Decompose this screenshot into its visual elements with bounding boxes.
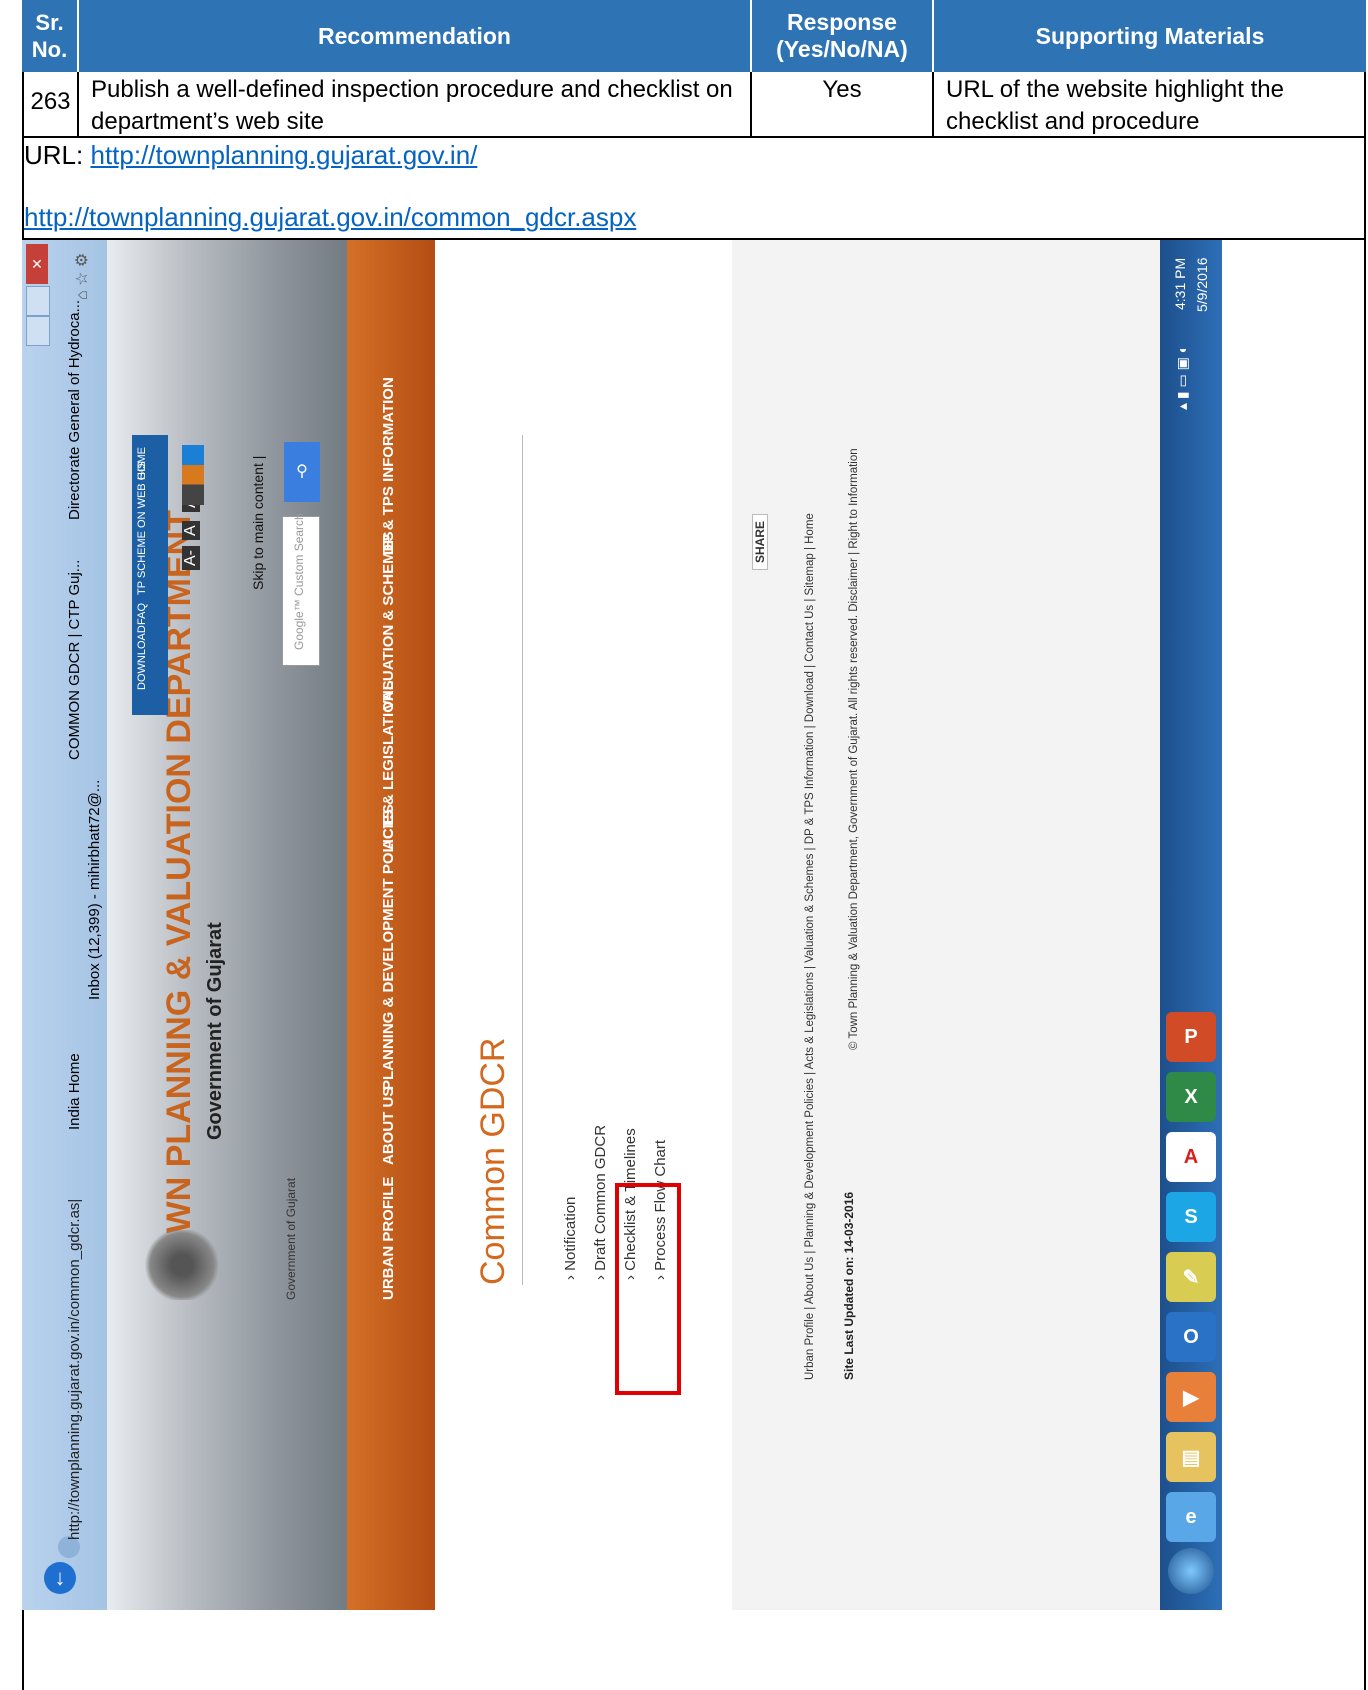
website-screenshot: ↓ ✕ ⌂ ☆ ⚙ http://townplanning.gujarat.go… xyxy=(22,240,1222,1610)
browser-toolbar-icons[interactable]: ⌂ ☆ ⚙ xyxy=(72,253,92,300)
search-button[interactable]: ⚲ xyxy=(284,442,320,502)
taskbar-powerpoint-icon[interactable]: P xyxy=(1166,1012,1216,1062)
link-draft-common-gdcr[interactable]: › Draft Common GDCR xyxy=(592,1125,609,1280)
cell-supporting: URL of the website highlight the checkli… xyxy=(934,72,1366,138)
site-last-updated: Site Last Updated on: 14-03-2016 xyxy=(842,1191,856,1380)
url-link-home[interactable]: http://townplanning.gujarat.gov.in/ xyxy=(90,140,477,170)
link-draft-label: Draft Common GDCR xyxy=(592,1124,609,1271)
tray-icons[interactable]: ▴ ▮ ▭ ▣ ◐ xyxy=(1174,345,1191,410)
back-button[interactable]: ↓ xyxy=(44,1562,76,1594)
browser-tab-common-gdcr[interactable]: COMMON GDCR | CTP Guj... xyxy=(66,560,83,760)
taskbar-excel-icon[interactable]: X xyxy=(1166,1072,1216,1122)
link-notification[interactable]: › Notification xyxy=(562,1197,579,1280)
url-label: URL: xyxy=(24,140,84,170)
browser-tab-hydrocarbons[interactable]: Directorate General of Hydroca... xyxy=(66,300,83,520)
taskbar-skype-icon[interactable]: S xyxy=(1166,1192,1216,1242)
menu-about-us[interactable]: ABOUT US xyxy=(380,1087,397,1165)
taskbar-pdf-icon[interactable]: A xyxy=(1166,1132,1216,1182)
footer-links[interactable]: Urban Profile | About Us | Planning & De… xyxy=(804,513,816,1380)
taskbar-explorer-icon[interactable]: ▤ xyxy=(1166,1432,1216,1482)
table-right-border xyxy=(1364,138,1366,1690)
heading-divider xyxy=(522,435,523,1285)
clock-date[interactable]: 5/9/2016 xyxy=(1194,258,1210,313)
clock-time[interactable]: 4:31 PM xyxy=(1172,258,1188,310)
window-close-icon[interactable]: ✕ xyxy=(26,244,48,284)
site-footer xyxy=(732,240,1182,1610)
header-response: Response (Yes/No/NA) xyxy=(752,0,934,72)
url-line-2: http://townplanning.gujarat.gov.in/commo… xyxy=(24,202,636,233)
address-bar[interactable]: http://townplanning.gujarat.gov.in/commo… xyxy=(66,1199,83,1540)
browser-tab-inbox[interactable]: Inbox (12,399) - mihirbhatt72@... xyxy=(86,780,103,1000)
taskbar-outlook-icon[interactable]: O xyxy=(1166,1312,1216,1362)
taskbar-media-icon[interactable]: ▶ xyxy=(1166,1372,1216,1422)
skip-link[interactable]: Skip to main content | xyxy=(250,456,266,590)
window-maximize-icon[interactable] xyxy=(26,286,50,316)
top-link-home[interactable]: HOME xyxy=(136,447,148,480)
top-link-faq[interactable]: FAQ xyxy=(136,603,148,625)
link-notification-label: Notification xyxy=(562,1196,579,1271)
font-size-decrease[interactable]: A- xyxy=(182,546,200,570)
url-line-1: URL: http://townplanning.gujarat.gov.in/ xyxy=(24,140,477,171)
cell-recommendation: Publish a well-defined inspection proced… xyxy=(79,72,752,138)
menu-urban-profile[interactable]: URBAN PROFILE xyxy=(380,1177,397,1300)
cell-sr-no: 263 xyxy=(22,72,79,138)
cell-response: Yes xyxy=(752,72,934,138)
footer-copyright: © Town Planning & Valuation Department, … xyxy=(848,448,860,1050)
header-recommendation: Recommendation xyxy=(79,0,752,72)
taskbar-notes-icon[interactable]: ✎ xyxy=(1166,1252,1216,1302)
page-heading: Common GDCR xyxy=(474,1037,512,1285)
share-button[interactable]: SHARE xyxy=(752,513,768,570)
start-button-icon[interactable] xyxy=(1168,1548,1214,1594)
taskbar-ie-icon[interactable]: e xyxy=(1166,1492,1216,1542)
header-supporting-materials: Supporting Materials xyxy=(934,0,1366,72)
browser-tab-india-home[interactable]: India Home xyxy=(66,1053,83,1130)
top-link-tp-scheme[interactable]: TP SCHEME ON WEB GIS xyxy=(136,461,148,595)
menu-valuation-schemes[interactable]: VALUATION & SCHEMES xyxy=(380,531,397,710)
state-emblem-icon xyxy=(142,1230,222,1300)
search-placeholder: Google™ Custom Search xyxy=(292,513,306,650)
highlight-box xyxy=(615,1183,681,1395)
font-size-normal[interactable]: A xyxy=(182,521,200,540)
window-minimize-icon[interactable] xyxy=(26,316,50,346)
color-theme-swatches[interactable] xyxy=(182,445,204,505)
url-link-common-gdcr[interactable]: http://townplanning.gujarat.gov.in/commo… xyxy=(24,202,636,232)
site-content xyxy=(435,240,734,1610)
header-sr-no: Sr. No. xyxy=(22,0,79,72)
menu-dp-tps-information[interactable]: DP & TPS INFORMATION xyxy=(380,377,397,555)
top-link-download[interactable]: DOWNLOAD xyxy=(136,625,148,690)
site-subtitle: Government of Gujarat xyxy=(204,922,226,1140)
emblem-caption: Government of Gujarat xyxy=(284,1177,298,1300)
